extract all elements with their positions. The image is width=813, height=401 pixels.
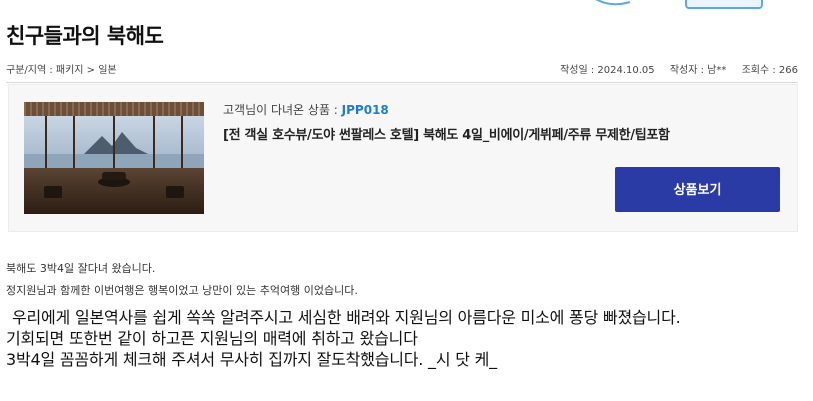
product-code-label: 고객님이 다녀온 상품 : — [223, 103, 342, 117]
post-info: 작성일 : 2024.10.05 작성자 : 남** 조회수 : 266 — [548, 61, 798, 76]
review-line: 3박4일 꼼꼼하게 체크해 주셔서 무사히 집까지 잘도착했습니다. _시 닷 … — [6, 350, 497, 369]
page-title: 친구들과의 북해도 — [6, 24, 164, 48]
review-line: 북해도 3박4일 잘다녀 왔습니다. — [6, 262, 156, 275]
decorative-illustration — [595, 0, 763, 9]
product-code[interactable]: JPP018 — [342, 103, 389, 117]
product-card: 고객님이 다녀온 상품 : JPP018 [전 객실 호수뷰/도야 썬팔레스 호… — [8, 84, 798, 232]
divider — [6, 82, 798, 83]
hotel-lounge-image — [24, 102, 204, 214]
product-code-line: 고객님이 다녀온 상품 : JPP018 — [223, 101, 389, 118]
view-product-button[interactable]: 상품보기 — [615, 167, 780, 212]
post-date: 작성일 : 2024.10.05 — [560, 65, 655, 76]
product-thumbnail[interactable] — [24, 102, 204, 214]
category-breadcrumb: 구분/지역 : 패키지 > 일본 — [6, 65, 117, 76]
post-views: 조회수 : 266 — [741, 65, 798, 76]
product-name[interactable]: [전 객실 호수뷰/도야 썬팔레스 호텔] 북해도 4일_비에이/게뷔페/주류 … — [223, 124, 670, 143]
post-author: 작성자 : 남** — [669, 65, 727, 76]
review-line: 정지원님과 함께한 이번여행은 행복이었고 낭만이 있는 추억여행 이었습니다. — [6, 284, 358, 297]
post-meta: 구분/지역 : 패키지 > 일본 작성일 : 2024.10.05 작성자 : … — [6, 61, 798, 76]
